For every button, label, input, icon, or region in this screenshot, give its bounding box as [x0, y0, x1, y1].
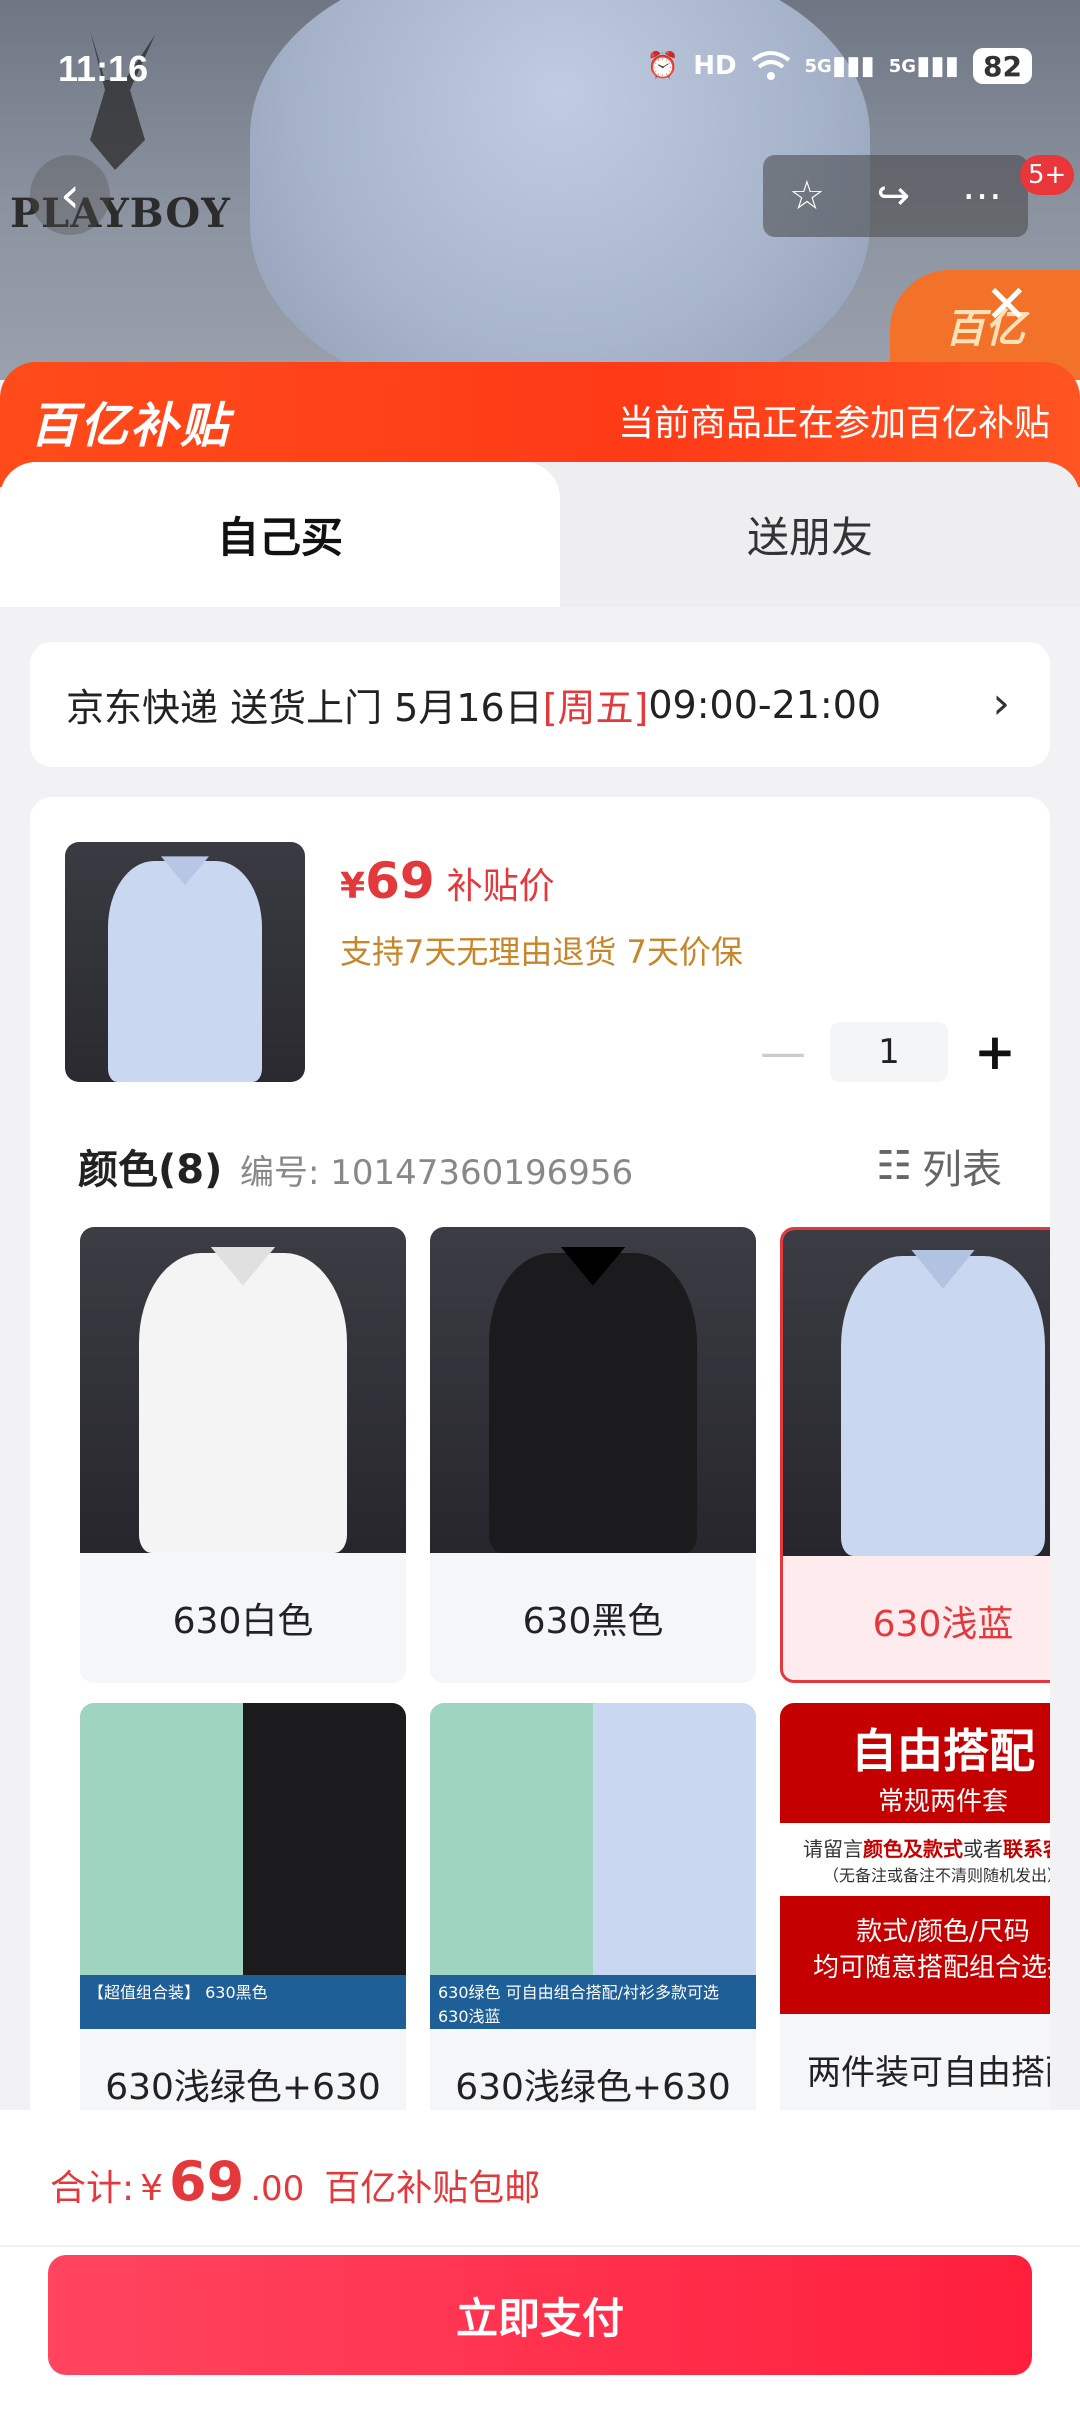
price-tag: 补贴价: [446, 866, 555, 907]
color-option-free-combo[interactable]: 自由搭配 常规两件套 请留言颜色及款式或者联系客服 （无备注或备注不清则随机发出…: [780, 1703, 1050, 2112]
color-option-label: 630浅绿色+630: [105, 2067, 381, 2108]
order-total: 合计: ¥69.00 百亿补贴包邮: [50, 2150, 540, 2213]
delivery-time: 09:00-21:00: [648, 682, 882, 727]
price-value: 69: [365, 852, 435, 910]
quantity-field[interactable]: 1: [830, 1022, 948, 1082]
message-badge: 5+: [1020, 155, 1075, 195]
red-line-1: 款式/颜色/尺码: [856, 1917, 1030, 1947]
wifi-icon: [751, 46, 791, 86]
total-label: 合计:: [50, 2168, 135, 2209]
decrease-button[interactable]: —: [758, 1025, 808, 1079]
color-heading: 颜色(8): [78, 1147, 223, 1193]
color-option-label: 630黑色: [522, 1601, 664, 1642]
sku-number: 编号: 10147360196956: [240, 1153, 634, 1193]
color-option-combo-green-black[interactable]: 【超值组合装】 630黑色 630浅绿色+630: [80, 1703, 406, 2112]
delivery-row[interactable]: 京东快递 送货上门 5月16日 [周五] 09:00-21:00 ›: [30, 642, 1050, 767]
top-action-pill: ☆ ↪ ⋯: [763, 155, 1028, 237]
list-view-toggle[interactable]: ☷ 列表: [876, 1137, 1002, 1195]
note-red-2: 联系客服: [1003, 1837, 1050, 1861]
alarm-icon: ⏰: [646, 51, 680, 81]
delivery-weekday: [周五]: [542, 686, 649, 730]
star-icon[interactable]: ☆: [789, 173, 825, 219]
sku-card: ¥69 补贴价 支持7天无理由退货 7天价保 — 1 + 颜色(8) 编号: 10…: [30, 797, 1050, 2112]
back-button[interactable]: ‹: [30, 155, 110, 235]
price-currency: ¥: [340, 866, 366, 907]
note-red-1: 颜色及款式: [863, 1837, 963, 1861]
price: ¥69 补贴价: [340, 852, 555, 910]
increase-button[interactable]: +: [970, 1023, 1020, 1081]
return-policy: 支持7天无理由退货 7天价保: [340, 933, 743, 971]
free-combo-red-box: 款式/颜色/尺码 均可随意搭配组合选择: [780, 1896, 1050, 2014]
product-thumbnail[interactable]: [65, 842, 305, 1082]
tab-gift[interactable]: 送朋友: [540, 462, 1080, 607]
combo-strip: 【超值组合装】 630黑色: [80, 1975, 406, 2029]
color-option-combo-green-blue[interactable]: 630绿色 可自由组合搭配/衬衫多款可选 630浅蓝 630浅绿色+630: [430, 1703, 756, 2112]
total-decimal: .00: [250, 2169, 305, 2209]
color-option-label: 630浅绿色+630: [455, 2067, 731, 2108]
combo-strip: 630绿色 可自由组合搭配/衬衫多款可选 630浅蓝: [430, 1975, 756, 2029]
free-combo-note: 请留言颜色及款式或者联系客服 （无备注或备注不清则随机发出）: [780, 1823, 1050, 1896]
share-icon[interactable]: ↪: [877, 173, 911, 219]
chevron-right-icon: ›: [992, 678, 1010, 729]
network-label-2: 5G: [888, 55, 917, 77]
color-option-white[interactable]: 630白色: [80, 1227, 406, 1683]
color-option-light-blue[interactable]: 630浅蓝: [780, 1227, 1050, 1683]
quantity-stepper: — 1 +: [758, 1022, 1020, 1082]
status-bar: 11:16 ⏰ HD 5G ▮▮▮ 5G ▮▮▮ 82: [0, 40, 1080, 100]
network-label-1: 5G: [804, 55, 832, 77]
free-combo-title: 自由搭配: [851, 1724, 1035, 1778]
purchase-sheet: 送朋友 自己买 京东快递 送货上门 5月16日 [周五] 09:00-21:00…: [0, 462, 1080, 2112]
note-mid: 或者: [963, 1837, 1003, 1861]
tab-self-buy[interactable]: 自己买: [0, 462, 560, 607]
more-icon[interactable]: ⋯: [962, 173, 1002, 219]
signal-5g-icon-2: 5G ▮▮▮: [888, 51, 960, 81]
color-option-label: 630白色: [172, 1601, 314, 1642]
color-option-label: 630浅蓝: [872, 1604, 1014, 1645]
divider: [0, 2245, 1080, 2247]
color-option-label: 两件装可自由搭配: [807, 2052, 1050, 2093]
total-note: 百亿补贴包邮: [324, 2168, 541, 2209]
subsidy-text: 当前商品正在参加百亿补贴: [617, 403, 1050, 444]
pay-now-button[interactable]: 立即支付: [48, 2255, 1032, 2375]
battery-icon: 82: [973, 48, 1032, 84]
list-toggle-label: 列表: [922, 1147, 1002, 1193]
total-integer: 69: [169, 2150, 245, 2213]
checkout-bar: 合计: ¥69.00 百亿补贴包邮 立即支付: [0, 2110, 1080, 2412]
status-time: 11:16: [58, 48, 149, 89]
hd-icon: HD: [693, 51, 737, 81]
color-option-black[interactable]: 630黑色: [430, 1227, 756, 1683]
note-small: （无备注或备注不清则随机发出）: [822, 1866, 1050, 1885]
free-combo-subtitle: 常规两件套: [877, 1787, 1008, 1817]
close-icon[interactable]: ✕: [985, 275, 1029, 335]
note-prefix: 请留言: [803, 1837, 863, 1861]
red-line-2: 均可随意搭配组合选择: [812, 1953, 1050, 1984]
subsidy-logo: 百亿补贴: [30, 398, 231, 454]
status-icons: ⏰ HD 5G ▮▮▮ 5G ▮▮▮ 82: [647, 46, 1032, 86]
free-combo-header: 自由搭配 常规两件套: [780, 1703, 1050, 1823]
signal-5g-icon: 5G ▮▮▮: [804, 51, 875, 81]
list-icon: ☷: [876, 1143, 912, 1189]
tab-row: 送朋友 自己买: [0, 462, 1080, 607]
total-currency: ¥: [140, 2168, 164, 2209]
delivery-prefix: 京东快递 送货上门 5月16日: [66, 686, 543, 730]
